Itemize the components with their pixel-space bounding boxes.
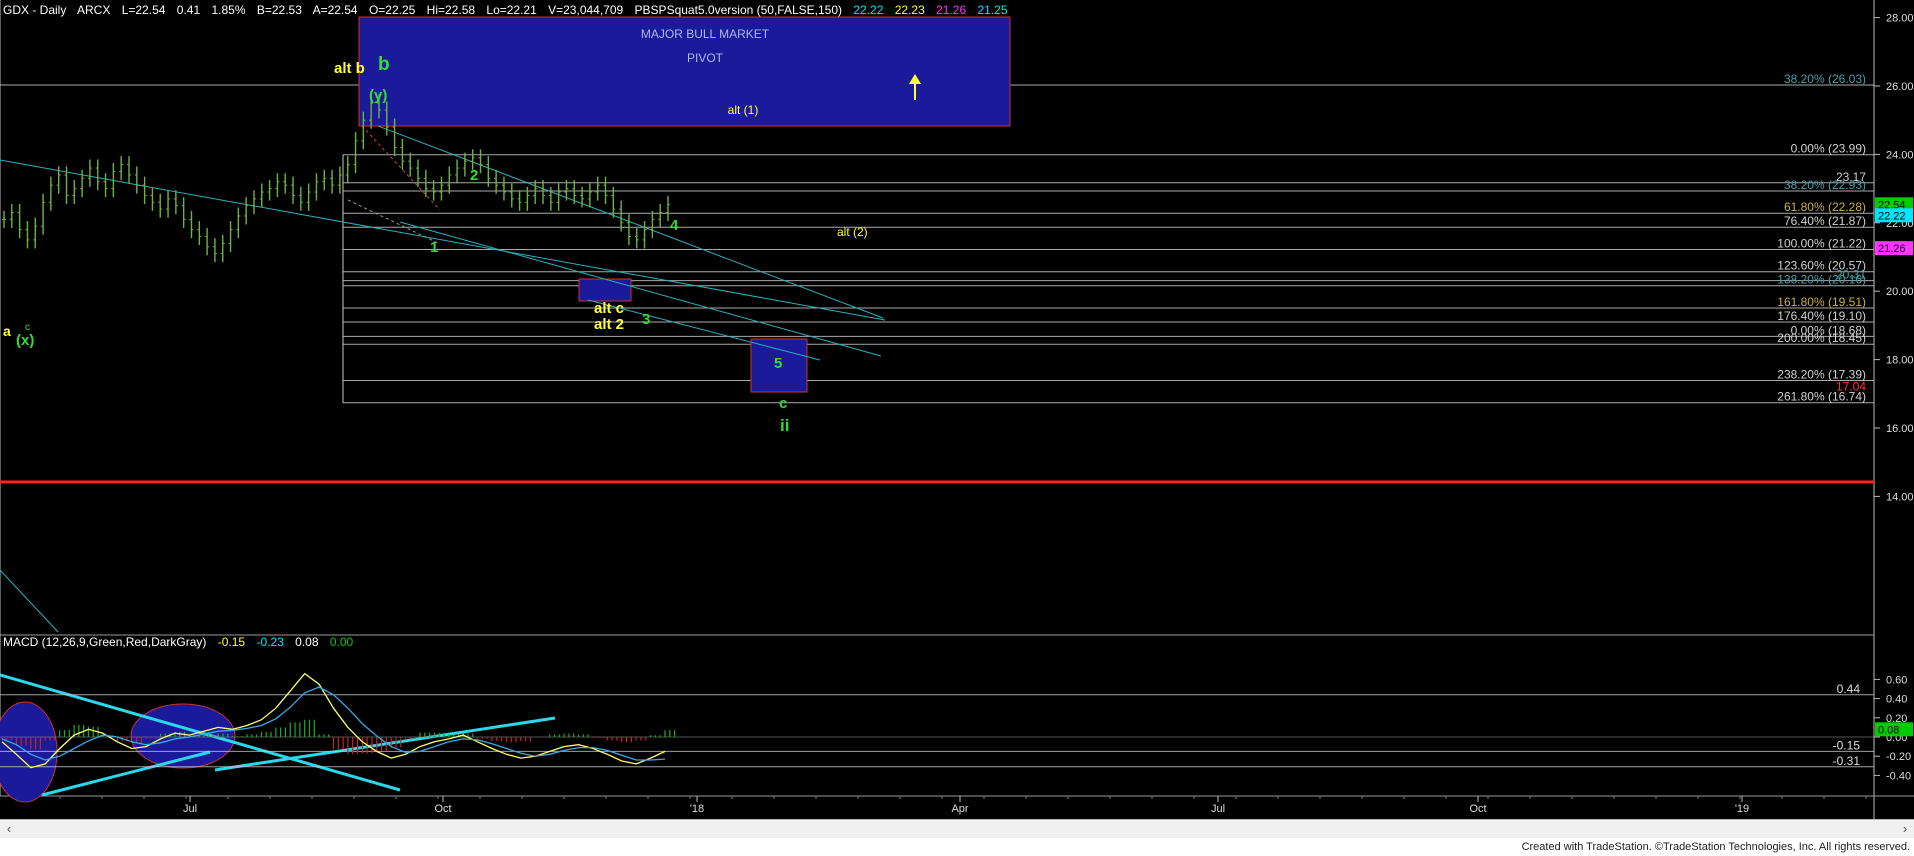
fib-level-label: 38.20% (22.93) <box>1784 178 1866 192</box>
price-tick-label: 20.00 <box>1886 286 1914 298</box>
footer-copyright: Created with TradeStation. ©TradeStation… <box>1521 841 1910 853</box>
header-ind-value-2: 22.23 <box>895 3 925 17</box>
fib-level-label: 38.20% (26.03) <box>1784 72 1866 86</box>
header-indicator: PBSPSquat5.0version (50,FALSE,150) <box>635 3 842 17</box>
header-ind-value-4: 21.25 <box>977 3 1007 17</box>
macd-tick-label: 0.60 <box>1886 674 1907 686</box>
header-symbol: GDX - Daily <box>3 3 66 17</box>
wave-label-1: 1 <box>430 239 438 256</box>
wave-label-2: 2 <box>470 167 478 184</box>
header-change-pct: 1.85% <box>211 3 245 17</box>
wave-label-alt-2-paren: alt (2) <box>837 225 868 239</box>
fib-level-label: 0.00% (23.99) <box>1791 142 1866 156</box>
header-ind-value-3: 21.26 <box>936 3 966 17</box>
macd-value-3: 0.08 <box>295 635 319 649</box>
pivot-zone-subtitle: PIVOT <box>687 51 724 65</box>
macd-hline-label: 0.44 <box>1837 682 1861 696</box>
header-ind-value-1: 22.22 <box>853 3 883 17</box>
x-tick-label: Apr <box>951 803 968 815</box>
header-line: GDX - Daily ARCX L=22.54 0.41 1.85% B=22… <box>3 3 1008 17</box>
fib-level-label: 76.40% (21.87) <box>1784 214 1866 228</box>
header-open: O=22.25 <box>369 3 416 17</box>
header-bid: B=22.53 <box>257 3 302 17</box>
price-tick-label: 14.00 <box>1886 491 1914 503</box>
header-exchange: ARCX <box>77 3 110 17</box>
macd-tick-label: -0.40 <box>1886 770 1911 782</box>
wave-label-b: b <box>378 54 390 75</box>
x-tick-label: Jul <box>1211 803 1225 815</box>
wave-label-y: (y) <box>369 87 387 104</box>
pivot-zone-label: alt (1) <box>728 103 759 117</box>
wave-label-3: 3 <box>642 311 650 328</box>
wave-label-x: (x) <box>16 332 34 349</box>
header-ask: A=22.54 <box>313 3 358 17</box>
price-tick-label: 18.00 <box>1886 355 1914 367</box>
scroll-left-icon[interactable]: ‹ <box>2 822 16 836</box>
macd-value-2: -0.23 <box>256 635 284 649</box>
macd-tick-label: 0.40 <box>1886 694 1907 706</box>
wave-label-5: 5 <box>774 355 782 372</box>
macd-header: MACD (12,26,9,Green,Red,DarkGray) -0.15 … <box>3 635 354 649</box>
wave-label-a: a <box>3 323 11 339</box>
alt-c-target-box[interactable] <box>578 278 632 302</box>
x-tick-label: '18 <box>690 803 704 815</box>
x-tick-label: Oct <box>1469 803 1486 815</box>
macd-hline-label: -0.31 <box>1833 754 1861 768</box>
macd-label: MACD (12,26,9,Green,Red,DarkGray) <box>3 635 206 649</box>
wave-label-alt-c: alt c <box>594 300 624 317</box>
x-tick-label: Jul <box>183 803 197 815</box>
price-badge-label: 22.22 <box>1878 210 1906 222</box>
macd-value-1: -0.15 <box>218 635 246 649</box>
header-last: L=22.54 <box>122 3 166 17</box>
horizontal-scrollbar[interactable]: ‹ › <box>0 819 1914 839</box>
fib-level-label: 61.80% (22.28) <box>1784 200 1866 214</box>
wave-label-ii: ii <box>780 416 789 435</box>
header-change: 0.41 <box>177 3 201 17</box>
header-low: Lo=22.21 <box>486 3 537 17</box>
macd-tick-label: -0.20 <box>1886 751 1911 763</box>
chart-svg: MAJOR BULL MARKET PIVOT alt (1) 0.44-0.1 <box>0 0 1914 819</box>
fib-level-label: 100.00% (21.22) <box>1777 236 1866 250</box>
fib-level-label: 161.80% (19.51) <box>1777 295 1866 309</box>
header-volume: V=23,044,709 <box>548 3 623 17</box>
fib-level-label: 138.20% (20.16) <box>1777 273 1866 287</box>
price-tick-label: 24.00 <box>1886 149 1914 161</box>
wave-label-4: 4 <box>670 217 679 234</box>
pivot-zone-title: MAJOR BULL MARKET <box>641 27 770 41</box>
wave-label-alt-2: alt 2 <box>594 316 624 333</box>
x-tick-label: Oct <box>434 803 451 815</box>
price-badge-label: 21.26 <box>1878 243 1906 255</box>
header-high: Hi=22.58 <box>427 3 476 17</box>
price-badge-label: 0.08 <box>1878 724 1899 736</box>
wave-label-alt-b: alt b <box>334 60 365 77</box>
price-tick-label: 28.00 <box>1886 13 1914 25</box>
price-tick-label: 16.00 <box>1886 423 1914 435</box>
footer: Created with TradeStation. ©TradeStation… <box>0 838 1914 856</box>
scroll-right-icon[interactable]: › <box>1898 822 1912 836</box>
fib-level-label: 261.80% (16.74) <box>1777 390 1866 404</box>
chart-root[interactable]: MAJOR BULL MARKET PIVOT alt (1) 0.44 -0.1 <box>0 0 1914 856</box>
wave-label-c: c <box>779 395 787 412</box>
macd-value-4: 0.00 <box>330 635 354 649</box>
price-tick-label: 26.00 <box>1886 81 1914 93</box>
macd-hline-label: -0.15 <box>1833 738 1861 752</box>
fib-level-label: 200.00% (18.45) <box>1777 331 1866 345</box>
x-tick-label: '19 <box>1735 803 1749 815</box>
fib-level-label: 176.40% (19.10) <box>1777 309 1866 323</box>
